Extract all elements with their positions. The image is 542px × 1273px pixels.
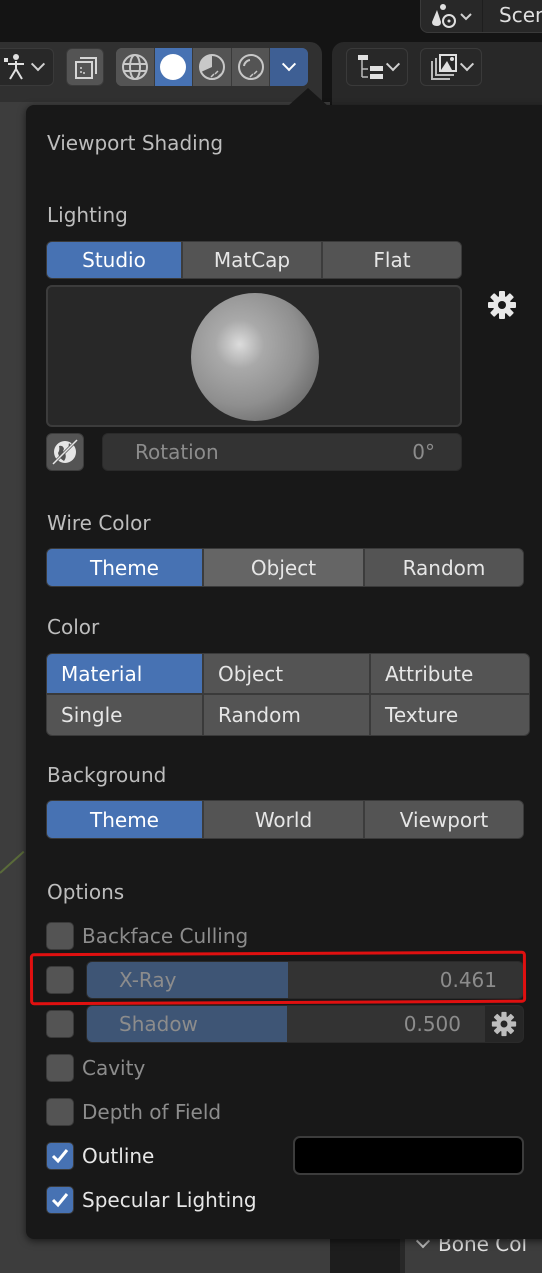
lighting-matcap-button[interactable]: MatCap [183,242,323,278]
rotation-value: 0° [412,440,435,464]
shading-rendered-button[interactable] [231,48,271,86]
xray-label: X-Ray [119,968,177,992]
backface-culling-option[interactable]: Backface Culling [46,921,248,951]
backface-culling-checkbox[interactable] [46,922,74,950]
studio-light-settings-button[interactable] [486,289,518,321]
outliner-display-mode-button[interactable] [346,48,408,86]
rotation-label: Rotation [135,440,219,464]
pose-mode-button[interactable] [0,48,54,86]
wire-color-label: Wire Color [47,511,151,535]
lighting-studio-button[interactable]: Studio [47,242,183,278]
shadow-checkbox[interactable] [46,1010,74,1038]
x-axis-line [0,850,25,874]
rendered-sphere-icon [237,54,264,80]
background-selector: Theme World Viewport [46,800,524,839]
color-label: Color [47,615,100,639]
outline-checkbox[interactable] [46,1142,74,1170]
background-viewport-button[interactable]: Viewport [365,801,523,838]
xray-value: 0.461 [439,968,497,992]
solid-sphere-icon [160,54,187,80]
specular-lighting-label: Specular Lighting [82,1188,257,1212]
shading-options-dropdown[interactable] [270,48,308,86]
studio-light-preview[interactable] [46,285,462,427]
gear-icon [491,1011,517,1037]
pose-armature-icon [4,54,24,80]
popover-title: Viewport Shading [47,131,224,155]
image-stack-icon [431,54,457,80]
scene-selector[interactable]: Scene [420,0,542,33]
outline-color-swatch[interactable] [293,1136,524,1175]
viewport-shading-popover: Viewport Shading Lighting Studio MatCap … [26,88,542,1239]
scene-icon [431,4,472,28]
shading-wireframe-button[interactable] [116,48,155,86]
outliner-tree-icon [358,55,383,79]
chevron-down-icon [385,57,401,72]
specular-lighting-checkbox[interactable] [46,1186,74,1214]
background-theme-button[interactable]: Theme [47,801,204,838]
shading-solid-button[interactable] [154,48,194,86]
lighting-flat-button[interactable]: Flat [323,242,461,278]
color-object-button[interactable]: Object [204,654,369,693]
shadow-option[interactable] [46,1009,74,1039]
xray-alpha-slider[interactable]: X-Ray 0.461 [86,961,524,999]
cavity-label: Cavity [82,1056,146,1080]
lighting-label: Lighting [47,203,128,227]
background-world-button[interactable]: World [204,801,365,838]
backface-culling-label: Backface Culling [82,924,249,948]
checkmark-icon [51,1149,69,1164]
shadow-settings-button[interactable] [485,1006,523,1042]
scene-icon-button[interactable] [421,0,483,32]
xray-slider-fill [87,962,288,998]
wire-color-random-button[interactable]: Random [365,549,523,586]
depth-of-field-option[interactable]: Depth of Field [46,1097,221,1127]
color-random-button[interactable]: Random [204,695,369,735]
wireframe-sphere-icon [121,54,148,80]
xray-option[interactable] [46,965,74,995]
lighting-selector: Studio MatCap Flat [46,241,462,279]
chevron-down-icon [459,57,475,72]
shading-mode-group [116,48,308,86]
color-texture-button[interactable]: Texture [371,695,529,735]
wire-color-object-button[interactable]: Object [204,549,365,586]
world-space-lighting-toggle[interactable] [46,433,84,471]
scene-name: Scene [499,3,542,27]
cavity-option[interactable]: Cavity [46,1053,145,1083]
wire-color-theme-button[interactable]: Theme [47,549,204,586]
shadow-value: 0.500 [403,1012,461,1036]
depth-of-field-checkbox[interactable] [46,1098,74,1126]
specular-lighting-option[interactable]: Specular Lighting [46,1185,257,1215]
world-icon [51,438,79,466]
object-overlay-button[interactable] [66,48,104,86]
rotation-field[interactable]: Rotation 0° [102,433,462,471]
studio-sphere-preview [191,293,319,421]
cavity-checkbox[interactable] [46,1054,74,1082]
shading-material-preview-button[interactable] [193,48,232,86]
outline-label: Outline [82,1144,155,1168]
gear-icon [488,291,516,319]
color-selector: Material Object Attribute Single Random … [46,653,530,736]
checkmark-icon [51,1193,69,1208]
color-single-button[interactable]: Single [47,695,202,735]
shadow-intensity-slider[interactable]: Shadow 0.500 [86,1005,524,1043]
outline-option[interactable]: Outline [46,1141,154,1171]
depth-of-field-label: Depth of Field [82,1100,222,1124]
wire-color-selector: Theme Object Random [46,548,524,587]
material-sphere-icon [198,54,225,80]
outliner-filter-button[interactable] [420,48,482,86]
chevron-down-icon [282,57,297,72]
color-material-button[interactable]: Material [47,654,202,693]
top-bar: Scene [0,0,542,42]
popover-arrow [288,88,328,106]
shadow-label: Shadow [119,1012,198,1036]
object-overlay-icon [75,57,97,79]
chevron-down-icon [30,57,46,72]
background-label: Background [47,763,167,787]
color-attribute-button[interactable]: Attribute [371,654,529,693]
options-label: Options [47,880,125,904]
xray-checkbox[interactable] [46,966,74,994]
